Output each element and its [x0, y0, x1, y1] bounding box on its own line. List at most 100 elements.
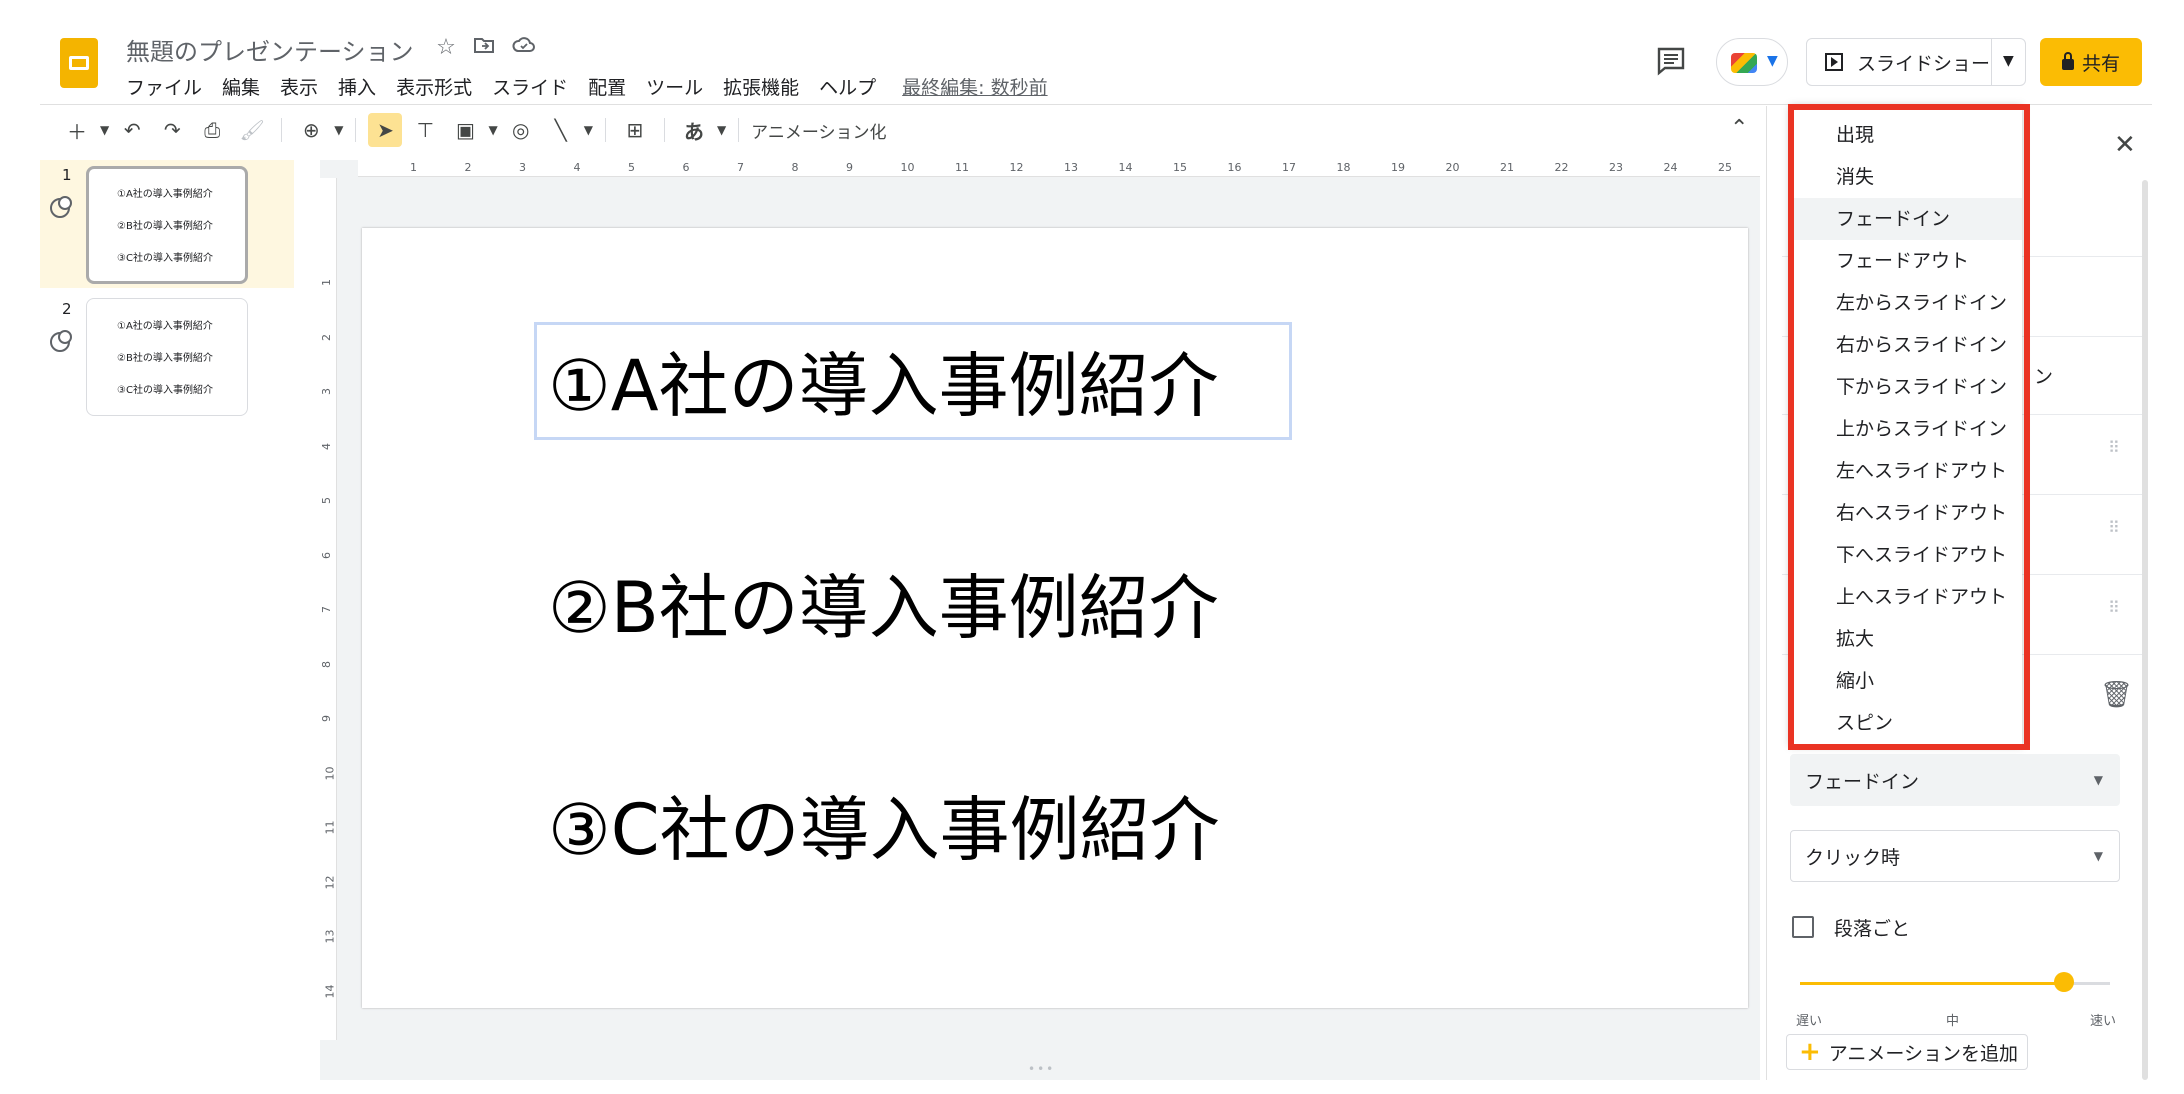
last-edit-link[interactable]: 最終編集: 数秒前 — [886, 74, 1047, 102]
trigger-select[interactable]: クリック時 ▼ — [1790, 830, 2120, 882]
thumb-text: ②B社の導入事例紹介 — [117, 221, 213, 232]
line-icon[interactable]: ╲ — [544, 113, 578, 147]
input-tools-button[interactable]: あ — [677, 113, 711, 147]
slides-logo[interactable] — [60, 38, 98, 88]
text-box-icon[interactable]: ⊤ — [408, 113, 442, 147]
ruler-tick-label: 9 — [320, 715, 333, 722]
menu-slide[interactable]: スライド — [482, 74, 578, 102]
annotation-highlight-box — [1788, 104, 2030, 750]
menu-view[interactable]: 表示 — [270, 74, 328, 102]
share-button[interactable]: 共有 — [2040, 38, 2142, 86]
speed-slider-fill — [1800, 982, 2064, 985]
drag-handle-icon[interactable]: ⠿ — [2108, 520, 2122, 546]
drag-handle-icon[interactable]: ⠿ — [2108, 600, 2122, 626]
chevron-down-icon[interactable]: ▼ — [717, 123, 726, 137]
thumb-text: ②B社の導入事例紹介 — [117, 353, 213, 364]
animation-item-partial-label: ン — [2034, 366, 2054, 388]
speaker-notes-handle[interactable]: ••• — [320, 1060, 1760, 1080]
speed-label-fast: 速い — [2090, 1014, 2117, 1029]
chevron-down-icon[interactable]: ▼ — [100, 123, 109, 137]
document-title[interactable]: 無題のプレゼンテーション — [126, 32, 414, 67]
chevron-down-icon: ▼ — [2093, 773, 2103, 787]
cloud-saved-icon[interactable] — [510, 34, 538, 62]
ruler-tick-label: 11 — [955, 161, 969, 174]
slide-thumbnail-1[interactable]: ①A社の導入事例紹介 ②B社の導入事例紹介 ③C社の導入事例紹介 — [86, 166, 248, 284]
slide-number: 2 — [62, 300, 72, 318]
thumb-text: ③C社の導入事例紹介 — [117, 253, 213, 264]
meet-button[interactable]: ▼ — [1716, 38, 1788, 86]
animate-button[interactable]: アニメーション化 — [751, 118, 886, 143]
ruler-tick-label: 7 — [737, 161, 744, 174]
divider — [355, 118, 357, 142]
by-paragraph-label: 段落ごと — [1834, 918, 1911, 940]
ruler-tick-label: 12 — [323, 875, 337, 889]
menu-help[interactable]: ヘルプ — [809, 74, 886, 102]
slide-text-line[interactable]: ①A社の導入事例紹介 — [548, 330, 1219, 431]
redo-icon[interactable]: ↷ — [155, 113, 189, 147]
panel-scrollbar[interactable] — [2142, 180, 2148, 1080]
menu-format[interactable]: 表示形式 — [386, 74, 482, 102]
trash-icon[interactable]: 🗑 — [2100, 680, 2133, 710]
chevron-up-icon[interactable]: ⌃ — [1730, 116, 1748, 141]
animation-icon — [50, 330, 72, 352]
thumb-text: ③C社の導入事例紹介 — [117, 385, 213, 396]
ruler-tick-label: 22 — [1554, 161, 1569, 174]
select-cursor-icon[interactable]: ➤ — [368, 113, 403, 147]
add-animation-button[interactable]: + アニメーションを追加 — [1786, 1034, 2028, 1070]
chevron-down-icon: ▼ — [1767, 53, 1778, 69]
thumb-text: ①A社の導入事例紹介 — [117, 189, 213, 200]
zoom-icon[interactable]: ⊕ — [294, 113, 328, 147]
menu-arrange[interactable]: 配置 — [578, 74, 636, 102]
slideshow-button[interactable]: スライドショー ▼ — [1806, 38, 2026, 86]
slide-text-line[interactable]: ③C社の導入事例紹介 — [548, 774, 1220, 875]
menu-edit[interactable]: 編集 — [212, 74, 270, 102]
ruler-tick-label: 24 — [1663, 161, 1678, 174]
menu-tools[interactable]: ツール — [636, 74, 713, 102]
menu-extensions[interactable]: 拡張機能 — [713, 74, 809, 102]
shape-icon[interactable]: ◎ — [504, 113, 538, 147]
ruler-tick-label: 5 — [320, 497, 333, 504]
speed-label-medium: 中 — [1946, 1014, 1960, 1029]
print-icon[interactable]: ⎙ — [195, 113, 229, 147]
by-paragraph-checkbox[interactable] — [1792, 916, 1814, 938]
undo-icon[interactable]: ↶ — [115, 113, 149, 147]
chevron-down-icon[interactable]: ▼ — [334, 123, 343, 137]
trigger-select-value: クリック時 — [1805, 846, 1901, 869]
close-icon[interactable]: ✕ — [2114, 130, 2136, 160]
star-icon[interactable]: ☆ — [432, 34, 460, 62]
ruler-tick-label: 6 — [320, 551, 333, 559]
ruler-tick-label: 21 — [1500, 161, 1514, 174]
chevron-down-icon[interactable]: ▼ — [488, 123, 497, 137]
chevron-down-icon[interactable]: ▼ — [2003, 53, 2014, 69]
menu-insert[interactable]: 挿入 — [328, 74, 386, 102]
slideshow-icon — [1825, 53, 1843, 71]
image-icon[interactable]: ▣ — [448, 113, 482, 147]
drag-handle-icon[interactable]: ⠿ — [2108, 440, 2122, 466]
divider — [281, 118, 283, 142]
ruler-tick-label: 9 — [846, 161, 853, 174]
slideshow-label: スライドショー — [1857, 52, 1991, 75]
vertical-ruler: 1 2 3 4 5 6 7 8 9 10 11 12 13 14 — [320, 178, 337, 1040]
speed-slider-thumb[interactable] — [2053, 972, 2074, 992]
ruler-tick-label: 7 — [320, 606, 333, 613]
plus-icon: + — [1799, 1037, 1821, 1067]
slide-thumbnail-2[interactable]: ①A社の導入事例紹介 ②B社の導入事例紹介 ③C社の導入事例紹介 — [86, 298, 248, 416]
move-folder-icon[interactable] — [470, 34, 498, 62]
ruler-tick-label: 19 — [1391, 161, 1405, 174]
paint-format-icon[interactable]: 🖌 — [235, 113, 269, 147]
slide-text-line[interactable]: ②B社の導入事例紹介 — [548, 552, 1219, 653]
chevron-down-icon[interactable]: ▼ — [584, 123, 593, 137]
share-label: 共有 — [2081, 52, 2120, 75]
ruler-tick-label: 14 — [323, 984, 337, 998]
add-comment-icon[interactable]: ⊞ — [618, 113, 652, 147]
lock-icon — [2061, 51, 2074, 70]
menu-file[interactable]: ファイル — [126, 74, 212, 102]
ruler-tick-label: 12 — [1009, 161, 1024, 174]
thumb-text: ①A社の導入事例紹介 — [117, 321, 213, 332]
comment-history-icon[interactable] — [1654, 44, 1688, 78]
ruler-tick-label: 1 — [410, 161, 417, 174]
effect-select[interactable]: フェードイン ▼ — [1790, 754, 2120, 806]
toolbar: ＋ ▼ ↶ ↷ ⎙ 🖌 ⊕ ▼ ➤ ⊤ ▣ ▼ ◎ ╲ ▼ ⊞ あ ▼ アニメー… — [60, 110, 887, 150]
new-slide-icon[interactable]: ＋ — [60, 113, 94, 147]
divider — [1991, 39, 1992, 85]
